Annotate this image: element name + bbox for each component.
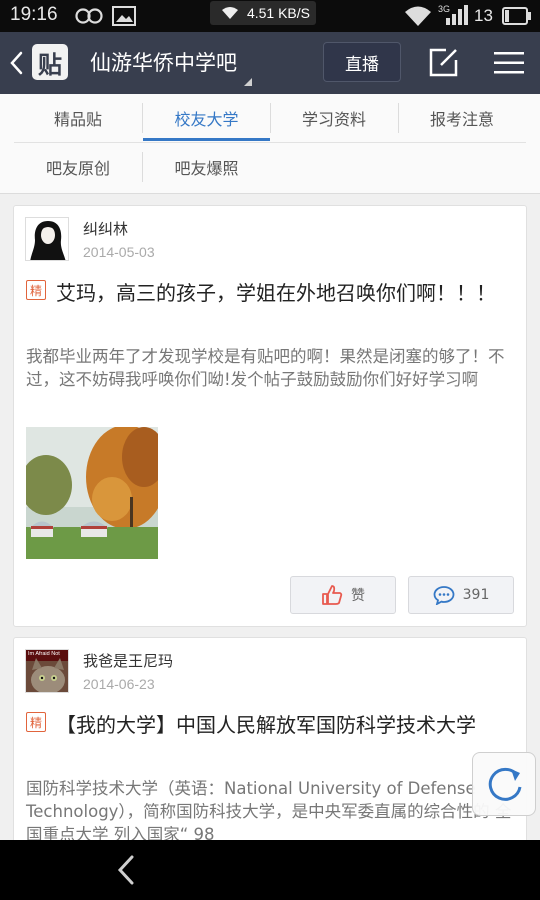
like-button[interactable]: 赞 — [290, 576, 396, 614]
forum-title[interactable]: 仙游华侨中学吧 — [90, 47, 237, 77]
comment-bubble-icon — [433, 586, 455, 605]
net-speed: 4.51 KB/S — [210, 1, 316, 25]
comment-button[interactable]: 391 — [408, 576, 514, 614]
status-time: 19:16 — [10, 4, 58, 25]
active-tab-indicator — [143, 138, 270, 141]
wifi-icon — [405, 6, 431, 26]
image-icon — [112, 6, 136, 26]
status-bar: 19:16 4.51 KB/S 3G 13 — [0, 0, 540, 32]
back-icon[interactable] — [8, 50, 26, 76]
live-button[interactable]: 直播 — [323, 42, 401, 82]
tab-xiaoyou-daxue[interactable]: 校友大学 — [143, 94, 270, 142]
tieba-logo: 贴 — [32, 44, 68, 80]
post-title[interactable]: 艾玛，高三的孩子，学姐在外地召唤你们啊！！！ — [26, 279, 516, 307]
avatar-caption: Im Afraid Not — [28, 651, 60, 657]
post-author[interactable]: 我爸是王尼玛 — [83, 650, 173, 671]
signal-type: 3G — [438, 4, 451, 14]
post-date: 2014-05-03 — [83, 244, 155, 260]
tab-baokao-zhuyi[interactable]: 报考注意 — [398, 94, 526, 142]
post-card[interactable]: Im Afraid Not 我爸是王尼玛 2014-06-23 精 【我的大学】… — [13, 637, 527, 852]
like-label: 赞 — [351, 588, 365, 604]
thumbs-up-icon — [322, 585, 343, 605]
post-body[interactable]: 国防科学技术大学（英语：National University of Defen… — [26, 777, 516, 846]
nav-back-icon[interactable] — [116, 854, 136, 886]
avatar[interactable] — [25, 217, 69, 261]
menu-icon[interactable] — [494, 50, 524, 76]
post-card[interactable]: 纠纠林 2014-05-03 精 艾玛，高三的孩子，学姐在外地召唤你们啊！！！ … — [13, 205, 527, 627]
edit-icon[interactable] — [428, 46, 460, 78]
title-dropdown-icon[interactable] — [244, 78, 252, 86]
avatar[interactable]: Im Afraid Not — [25, 649, 69, 693]
post-image[interactable] — [26, 427, 158, 559]
system-nav-bar — [0, 840, 540, 900]
battery-level: 13 — [474, 6, 493, 25]
tab-xuexi-ziliao[interactable]: 学习资料 — [270, 94, 398, 142]
refresh-icon — [488, 767, 522, 801]
tab-jingpin[interactable]: 精品贴 — [14, 94, 142, 142]
post-author[interactable]: 纠纠林 — [83, 218, 128, 239]
comment-count: 391 — [462, 587, 490, 603]
refresh-button[interactable] — [472, 752, 536, 816]
post-title[interactable]: 【我的大学】中国人民解放军国防科学技术大学 — [26, 711, 516, 739]
app-header: 贴 仙游华侨中学吧 直播 — [0, 32, 540, 94]
infinity-icon — [75, 8, 103, 24]
tab-bayou-baozhao[interactable]: 吧友爆照 — [143, 143, 270, 191]
wifi-small-icon — [221, 7, 238, 19]
tab-bayou-yuanchuang[interactable]: 吧友原创 — [14, 143, 142, 191]
post-body[interactable]: 我都毕业两年了才发现学校是有贴吧的啊！果然是闭塞的够了！不过，这不妨碍我呼唤你们… — [26, 345, 516, 391]
post-date: 2014-06-23 — [83, 676, 155, 692]
category-tabs: 精品贴 校友大学 学习资料 报考注意 吧友原创 吧友爆照 — [0, 94, 540, 194]
battery-icon — [502, 7, 531, 25]
